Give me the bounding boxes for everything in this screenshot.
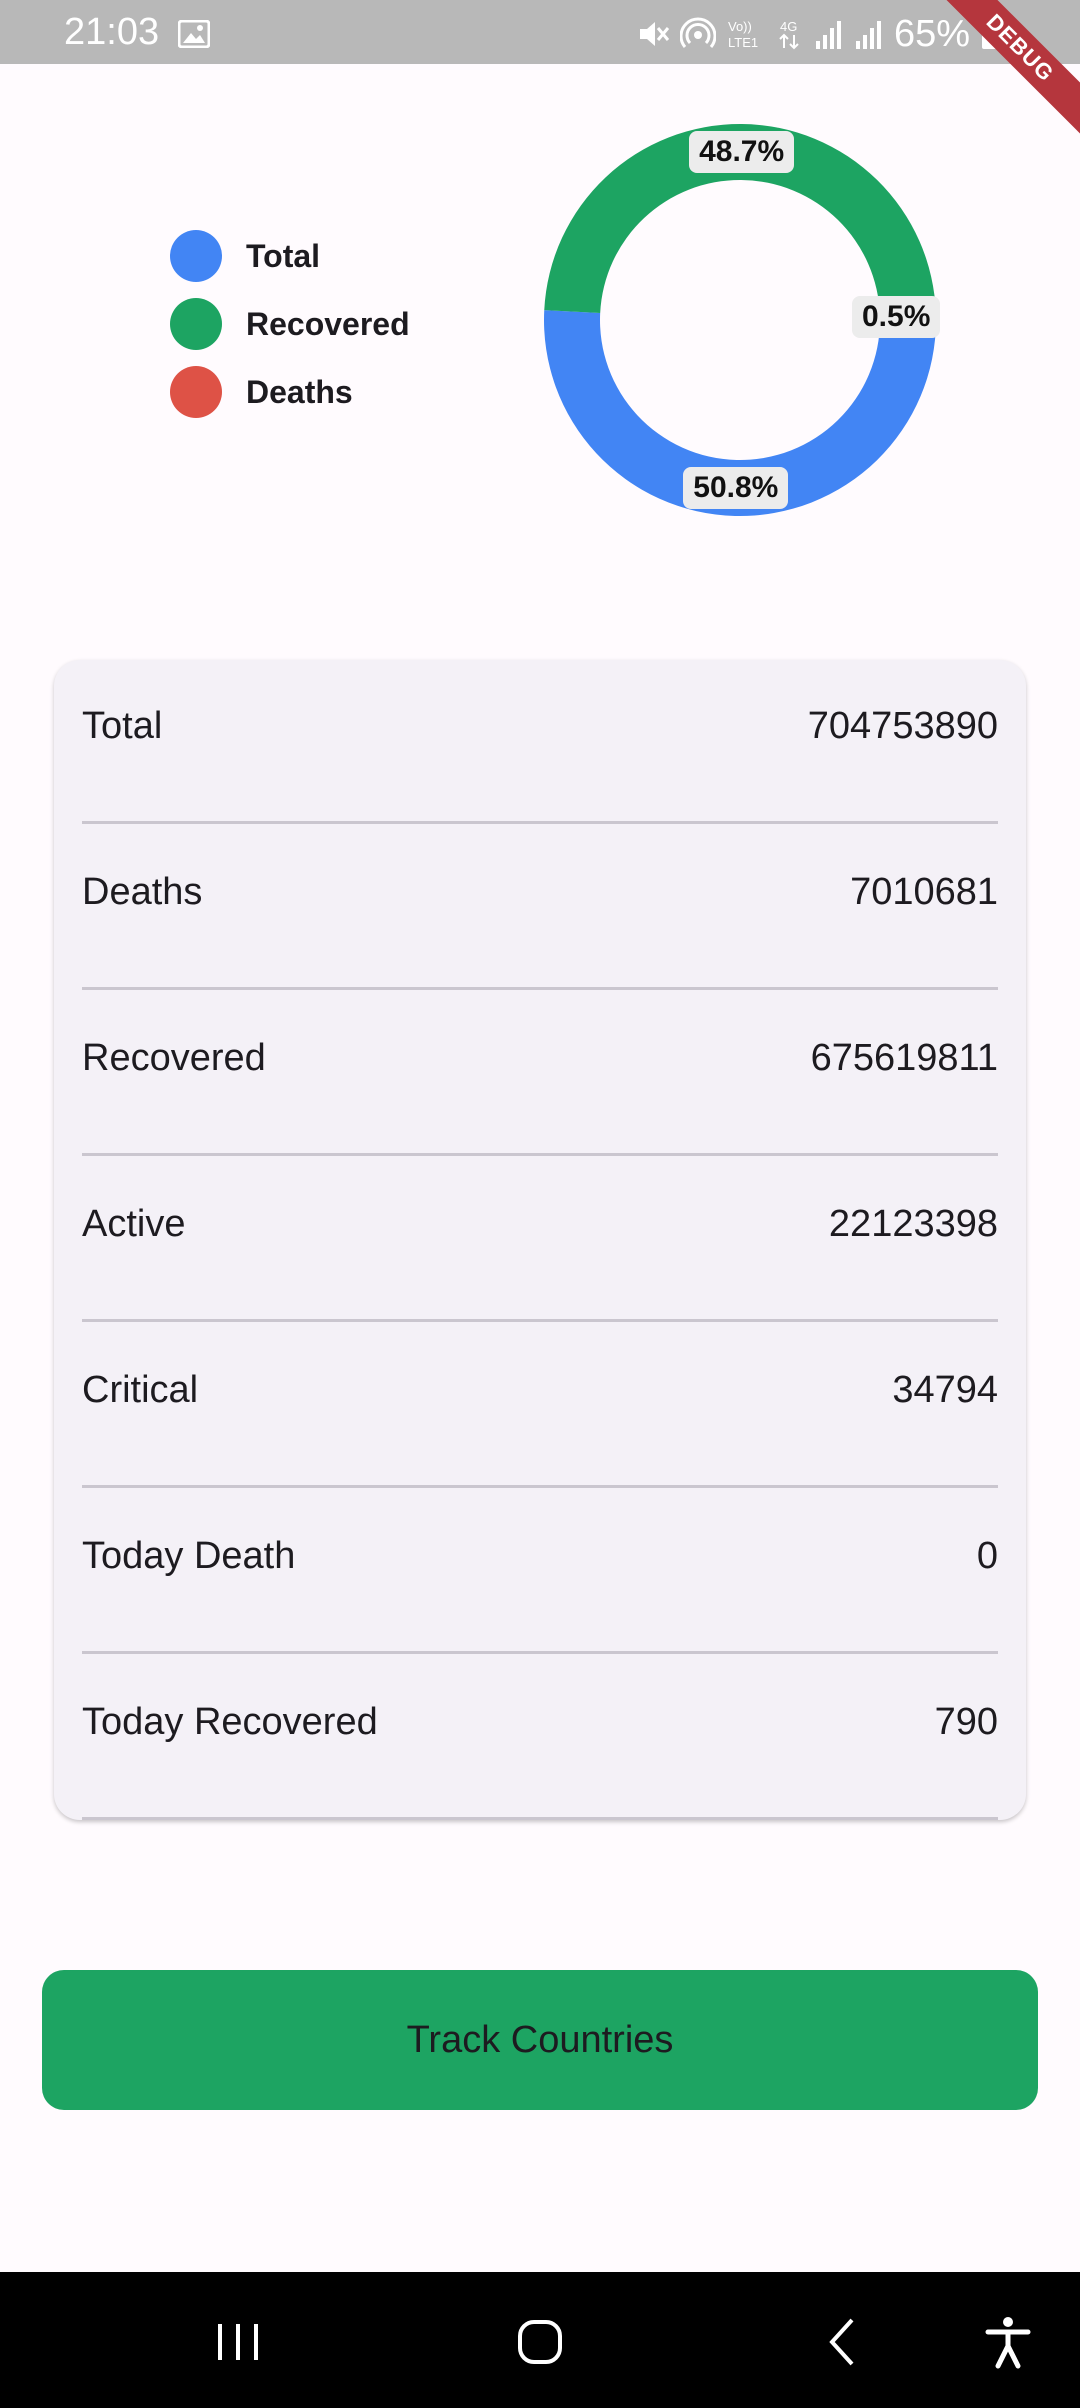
chart-legend: Total Recovered Deaths (170, 222, 410, 426)
svg-text:LTE1: LTE1 (728, 35, 758, 50)
volte-icon: Vo)) LTE1 (728, 19, 758, 50)
screen: 21:03 Vo)) LTE1 4G 65% DEBUG Total Recov… (0, 0, 1080, 2408)
gallery-icon (178, 20, 210, 48)
svg-text:Vo)): Vo)) (728, 19, 752, 34)
stat-value: 790 (934, 1701, 998, 1743)
slice-label-recovered: 48.7% (689, 131, 795, 173)
svg-text:4G: 4G (780, 19, 797, 34)
stat-label: Active (82, 1203, 186, 1245)
legend-item-total: Total (170, 222, 410, 290)
stat-value: 675619811 (810, 1037, 998, 1079)
stat-value: 0 (976, 1535, 998, 1577)
stat-row-today-death: Today Death 0 (82, 1490, 998, 1654)
recent-apps-icon[interactable] (210, 2314, 266, 2370)
back-icon[interactable] (816, 2314, 872, 2370)
stat-row-active: Active 22123398 (82, 1158, 998, 1322)
stat-label: Critical (82, 1369, 199, 1411)
navigation-bar (0, 2272, 1080, 2408)
stat-row-recovered: Recovered 675619811 (82, 992, 998, 1156)
4g-icon: 4G (779, 19, 799, 50)
legend-label: Deaths (246, 373, 353, 410)
stat-row-total: Total 704753890 (82, 660, 998, 824)
legend-item-deaths: Deaths (170, 358, 410, 426)
legend-label: Recovered (246, 305, 410, 342)
stat-label: Deaths (82, 871, 203, 913)
stat-label: Total (82, 705, 163, 747)
battery-percentage: 65% (893, 13, 970, 55)
stats-card: Total 704753890 Deaths 7010681 Recovered… (54, 660, 1026, 1820)
legend-item-recovered: Recovered (170, 290, 410, 358)
home-icon[interactable] (512, 2314, 568, 2370)
stat-label: Today Recovered (82, 1701, 378, 1743)
status-bar: 21:03 Vo)) LTE1 4G 65% DEBUG (0, 0, 1080, 146)
signal-icon (855, 21, 881, 49)
legend-dot-deaths (170, 366, 222, 418)
stat-value: 22123398 (828, 1203, 998, 1245)
stat-value: 704753890 (807, 705, 998, 747)
status-icons: Vo)) LTE1 4G 65% (636, 14, 1000, 54)
legend-label: Total (246, 237, 321, 274)
stat-row-critical: Critical 34794 (82, 1324, 998, 1488)
slice-label-deaths: 0.5% (852, 296, 941, 339)
signal-icon (815, 21, 841, 49)
stat-value: 34794 (892, 1369, 998, 1411)
donut-chart: 50.8% 48.7% 0.5% (540, 120, 941, 520)
stat-row-today-recovered: Today Recovered 790 (82, 1656, 998, 1820)
hotspot-icon (679, 17, 716, 48)
status-time: 21:03 (64, 11, 160, 53)
stat-row-deaths: Deaths 7010681 (82, 826, 998, 990)
track-countries-button[interactable]: Track Countries (42, 1970, 1038, 2110)
stat-label: Recovered (82, 1037, 266, 1079)
legend-dot-total (170, 230, 222, 282)
legend-dot-recovered (170, 298, 222, 350)
stat-value: 7010681 (850, 871, 998, 913)
accessibility-icon[interactable] (980, 2314, 1036, 2370)
slice-label-total: 50.8% (683, 466, 789, 509)
stat-label: Today Death (82, 1535, 296, 1577)
mute-icon (639, 22, 670, 46)
